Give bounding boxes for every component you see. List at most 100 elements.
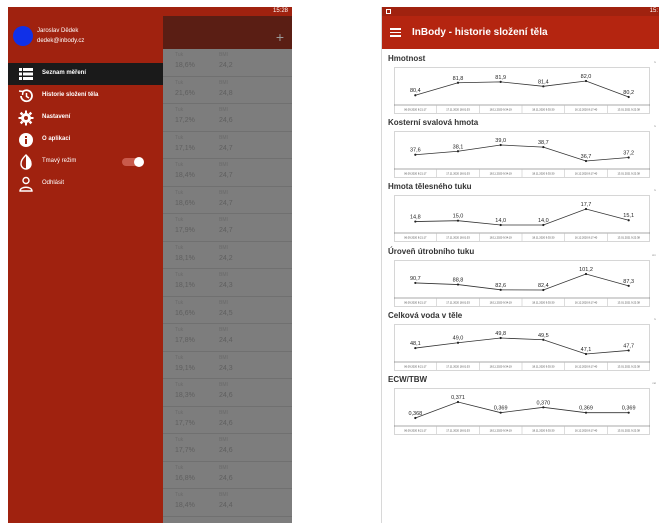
tuk-label: Tuk — [175, 299, 184, 306]
data-point[interactable] — [584, 79, 588, 83]
menu-item-tmavy-rezim[interactable]: Tmavý režim — [8, 151, 163, 173]
data-point[interactable] — [584, 160, 588, 163]
data-point[interactable] — [499, 144, 502, 147]
menu-item-o-aplikaci[interactable]: O aplikaci — [8, 129, 163, 151]
data-point[interactable] — [542, 146, 545, 149]
x-tick-label: 18.11.2020 9:34:19 — [490, 428, 513, 432]
data-point[interactable] — [584, 272, 588, 275]
menu-item-nastaveni[interactable]: Nastavení — [8, 107, 163, 129]
list-item[interactable]: Tuk BMI 18,3% 24,6 — [163, 379, 292, 407]
x-tick-label: 17.11.2020 18:01:53 — [446, 108, 470, 112]
data-label: 82,0 — [581, 74, 592, 80]
data-point[interactable] — [456, 81, 460, 84]
data-point[interactable] — [542, 224, 545, 227]
data-point[interactable] — [542, 288, 545, 291]
tuk-label: Tuk — [175, 162, 184, 168]
data-point[interactable] — [627, 284, 630, 287]
data-point[interactable] — [627, 219, 630, 222]
data-point[interactable] — [499, 336, 502, 339]
data-point[interactable] — [414, 416, 417, 420]
list-item[interactable]: Tuk BMI 16,8% 24,6 — [163, 461, 292, 489]
x-tick-label: 13.01.2021 9:22:38 — [617, 300, 640, 304]
list-item[interactable]: Tuk BMI 18,4% 24,4 — [163, 489, 292, 517]
list-item[interactable]: Tuk BMI 18,1% 24,3 — [163, 269, 292, 297]
list-item[interactable]: Tuk BMI 16,6% 24,5 — [163, 296, 292, 324]
hamburger-icon[interactable] — [390, 28, 401, 37]
data-point[interactable] — [499, 288, 502, 291]
data-point[interactable] — [499, 80, 502, 83]
data-label: 38,7 — [538, 140, 549, 146]
data-point[interactable] — [627, 156, 630, 159]
contrast-icon — [20, 154, 32, 170]
avatar[interactable] — [13, 26, 33, 46]
series-line — [415, 208, 629, 226]
x-tick-label: 16.12.2020 8:17:40 — [575, 236, 598, 240]
tuk-label: Tuk — [175, 464, 184, 471]
list-item[interactable]: Tuk BMI 17,7% 24,6 — [163, 406, 292, 434]
list-item[interactable]: Tuk BMI 17,7% 24,6 — [163, 434, 292, 462]
menu-item-historie[interactable]: Historie složení těla — [8, 85, 163, 107]
menu-item-seznam-mereni[interactable]: Seznam měření — [8, 63, 163, 85]
x-tick-label: 18.11.2020 9:34:19 — [490, 108, 513, 112]
list-item[interactable]: Tuk BMI 17,9% 24,7 — [163, 214, 292, 242]
list-item[interactable]: Tuk BMI 17,2% 24,6 — [163, 104, 292, 132]
data-point[interactable] — [627, 95, 630, 99]
history-icon — [18, 89, 33, 103]
tuk-value: 18,6% — [175, 62, 195, 69]
data-point[interactable] — [456, 283, 460, 286]
menu-item-odhlasit[interactable]: Odhlásit — [8, 173, 163, 195]
data-point[interactable] — [499, 224, 502, 227]
list-item[interactable]: Tuk BMI 18,6% 24,7 — [163, 186, 292, 214]
tuk-value: 18,1% — [175, 254, 195, 262]
chart-title: Kosterní svalová hmota — [388, 118, 479, 128]
list-item[interactable]: Tuk BMI 18,1% 24,2 — [163, 241, 292, 269]
dark-mode-toggle[interactable] — [122, 157, 144, 167]
list-item[interactable]: Tuk BMI 18,6% 24,2 — [163, 49, 292, 77]
data-point[interactable] — [456, 400, 460, 404]
data-point[interactable] — [414, 94, 417, 97]
bmi-label: BMI — [219, 134, 228, 141]
bmi-label: BMI — [219, 79, 228, 86]
data-point[interactable] — [414, 281, 417, 284]
data-point[interactable] — [414, 220, 417, 224]
chart-block: Celková voda v těle k 48,1 06.09.2020 8:21:… — [388, 311, 658, 375]
bmi-value: 24,7 — [219, 144, 233, 152]
data-label: 49,8 — [495, 331, 506, 337]
data-point[interactable] — [542, 406, 545, 409]
list-item[interactable]: Tuk BMI 21,6% 24,8 — [163, 76, 292, 104]
data-label: 0,369 — [494, 406, 508, 412]
data-label: 0,369 — [579, 406, 593, 412]
data-point[interactable] — [542, 338, 545, 341]
chart-title: ECW/TBW — [388, 374, 428, 384]
data-point[interactable] — [627, 349, 630, 352]
list-item[interactable]: Tuk BMI 17,1% 24,7 — [163, 131, 292, 159]
bmi-value: 24,2 — [219, 62, 233, 69]
data-label: 14,0 — [538, 218, 549, 224]
data-point[interactable] — [414, 346, 417, 349]
data-point[interactable] — [456, 150, 460, 153]
tuk-value: 17,8% — [175, 337, 195, 344]
data-point[interactable] — [499, 411, 502, 414]
data-point[interactable] — [456, 219, 460, 223]
line-chart: 90,7 06.09.2020 8:21:17 88,8 17.11.2020 18:… — [394, 259, 650, 307]
tuk-value: 18,6% — [175, 199, 195, 207]
data-point[interactable] — [414, 153, 417, 157]
data-point[interactable] — [542, 85, 545, 88]
x-tick-label: 18.11.2020 9:35:30 — [532, 300, 555, 304]
data-point[interactable] — [627, 411, 630, 414]
data-point[interactable] — [584, 411, 588, 414]
chart-title: Hmota tělesného tuku — [388, 182, 472, 192]
tuk-value: 17,9% — [175, 227, 195, 234]
plus-icon[interactable]: + — [276, 30, 284, 44]
bmi-value: 24,3 — [219, 364, 233, 372]
list-item[interactable]: Tuk BMI 18,4% 24,7 — [163, 159, 292, 187]
line-chart: 80,4 06.09.2020 8:21:17 81,8 17.11.2020 18:… — [394, 67, 650, 114]
data-point[interactable] — [584, 208, 588, 211]
data-point[interactable] — [456, 341, 460, 344]
list-item[interactable]: Tuk BMI 19,1% 24,3 — [163, 351, 292, 379]
data-point[interactable] — [584, 352, 588, 355]
chart-unit: rat — [652, 380, 656, 385]
user-name: Jaroslav Dědek — [37, 28, 79, 34]
list-item[interactable]: Tuk BMI 17,8% 24,4 — [163, 324, 292, 352]
x-tick-label: 16.12.2020 8:17:40 — [575, 364, 598, 368]
